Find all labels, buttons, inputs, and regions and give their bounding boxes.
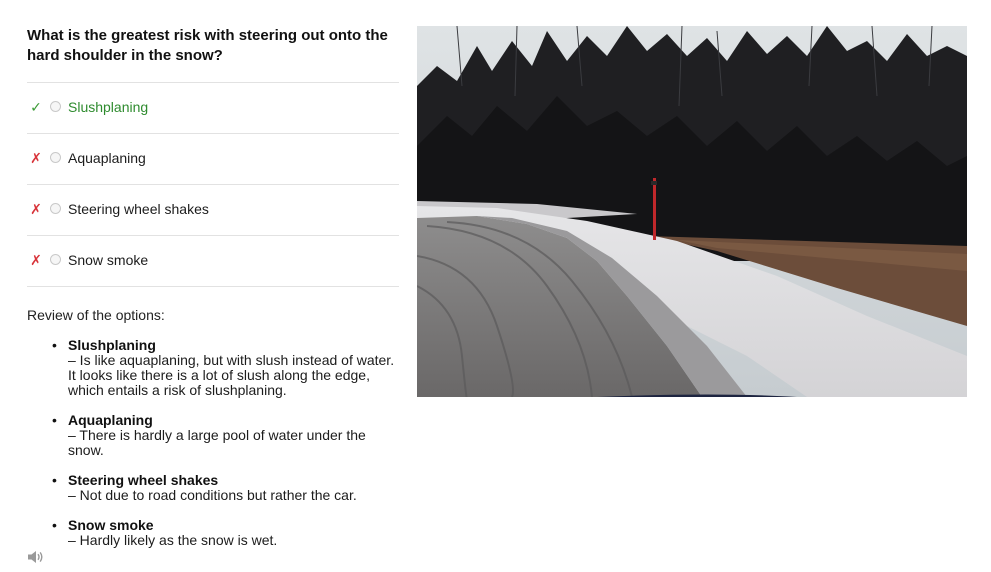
option-label: Aquaplaning <box>68 150 146 166</box>
cross-icon: ✗ <box>30 252 42 268</box>
bullet: • <box>52 337 57 353</box>
review-item: • Aquaplaning – There is hardly a large … <box>27 413 399 458</box>
review-item-text: – Not due to road conditions but rather … <box>68 487 357 503</box>
review-item: • Snow smoke – Hardly likely as the snow… <box>27 518 399 548</box>
speaker-icon[interactable] <box>27 549 45 565</box>
review-item: • Slushplaning – Is like aquaplaning, bu… <box>27 338 399 398</box>
review-item: • Steering wheel shakes – Not due to roa… <box>27 473 399 503</box>
radio-button[interactable] <box>50 101 61 112</box>
option-label: Snow smoke <box>68 252 149 268</box>
answer-options: ✓ Slushplaning ✗ Aquaplaning ✗ Steering … <box>27 82 399 287</box>
review-item-title: Aquaplaning <box>68 412 153 428</box>
question-text: What is the greatest risk with steering … <box>27 27 388 64</box>
option-snow-smoke[interactable]: ✗ Snow smoke <box>27 236 399 287</box>
review-item-text: – Is like aquaplaning, but with slush in… <box>68 352 395 398</box>
cross-icon: ✗ <box>30 201 42 217</box>
option-slushplaning[interactable]: ✓ Slushplaning <box>27 83 399 134</box>
road-photo <box>417 26 967 397</box>
bullet: • <box>52 472 57 488</box>
radio-button[interactable] <box>50 254 61 265</box>
option-label: Slushplaning <box>68 99 149 115</box>
check-icon: ✓ <box>30 99 42 115</box>
review-item-text: – Hardly likely as the snow is wet. <box>68 532 278 548</box>
radio-button[interactable] <box>50 152 61 163</box>
review-item-title: Snow smoke <box>68 517 154 533</box>
option-steering-wheel-shakes[interactable]: ✗ Steering wheel shakes <box>27 185 399 236</box>
review-heading: Review of the options: <box>27 307 165 323</box>
radio-button[interactable] <box>50 203 61 214</box>
option-aquaplaning[interactable]: ✗ Aquaplaning <box>27 134 399 185</box>
bullet: • <box>52 517 57 533</box>
review-item-title: Steering wheel shakes <box>68 472 219 488</box>
review-item-text: – There is hardly a large pool of water … <box>68 427 366 458</box>
review-item-title: Slushplaning <box>68 337 156 353</box>
bullet: • <box>52 412 57 428</box>
review-list: • Slushplaning – Is like aquaplaning, bu… <box>27 338 399 563</box>
cross-icon: ✗ <box>30 150 42 166</box>
option-label: Steering wheel shakes <box>68 201 209 217</box>
